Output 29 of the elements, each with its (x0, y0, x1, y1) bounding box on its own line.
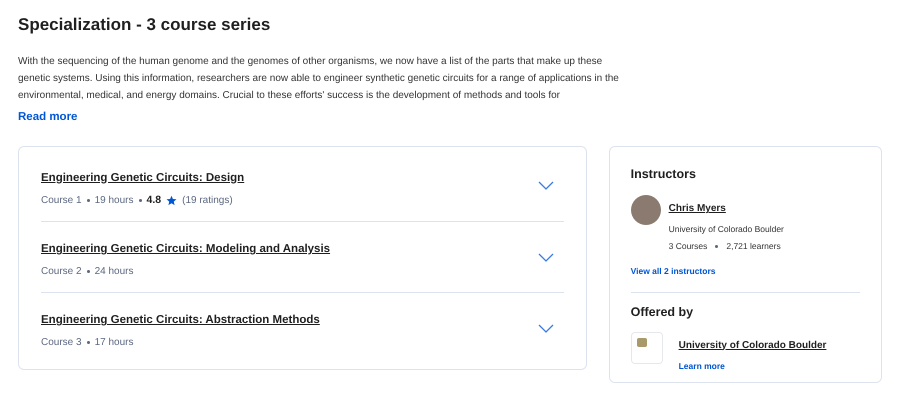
instructor-organization: University of Colorado Boulder (668, 223, 784, 236)
chevron-icon[interactable] (538, 252, 554, 263)
learn-more-link[interactable]: Learn more (678, 360, 826, 372)
course-title-link[interactable]: Engineering Genetic Circuits: Design (41, 172, 244, 184)
course-title-link[interactable]: Engineering Genetic Circuits: Abstraction Methods (41, 314, 320, 326)
course-count: 3 Courses (668, 240, 708, 253)
course-duration: 19 hours (94, 194, 134, 208)
course-title-link[interactable]: Engineering Genetic Circuits: Modeling and Analysis (41, 243, 330, 256)
section-title: Specialization - 3 course series (18, 14, 272, 36)
read-more-link[interactable]: Read more (18, 108, 78, 126)
course-duration: 17 hours (94, 336, 134, 350)
chevron-icon[interactable] (538, 181, 554, 192)
university-logo (630, 332, 663, 364)
learner-count: 2,721 learners (726, 240, 781, 253)
course-number: Course 3 (41, 336, 82, 350)
view-all-instructors-link[interactable]: View all 2 instructors (630, 264, 716, 278)
instructor-name-link[interactable]: Chris Myers (668, 203, 726, 214)
avatar-circle (630, 195, 661, 226)
offered-by-heading: Offered by (630, 304, 694, 321)
course-number: Course 1 (41, 194, 82, 208)
course-duration: 24 hours (94, 265, 134, 280)
rating-value: 4.8 (146, 192, 162, 208)
instructors-heading: Instructors (630, 166, 697, 182)
description-paragraph: With the sequencing of the human genome and the genomes of other organisms, we now have a list of the parts that make up these genetic systems. Using this information, researchers are now able to engineer synthetic genetic circuits for a range of applications in the environmental, medical, and energy domains. Crucial to these efforts' success is the development of methods and tools for (18, 54, 620, 102)
ratings-count: (19 ratings) (182, 194, 233, 208)
star-icon (166, 194, 178, 206)
university-name-link[interactable]: University of Colorado Boulder (678, 340, 826, 350)
course-number: Course 2 (41, 265, 82, 280)
chevron-icon[interactable] (538, 324, 554, 334)
